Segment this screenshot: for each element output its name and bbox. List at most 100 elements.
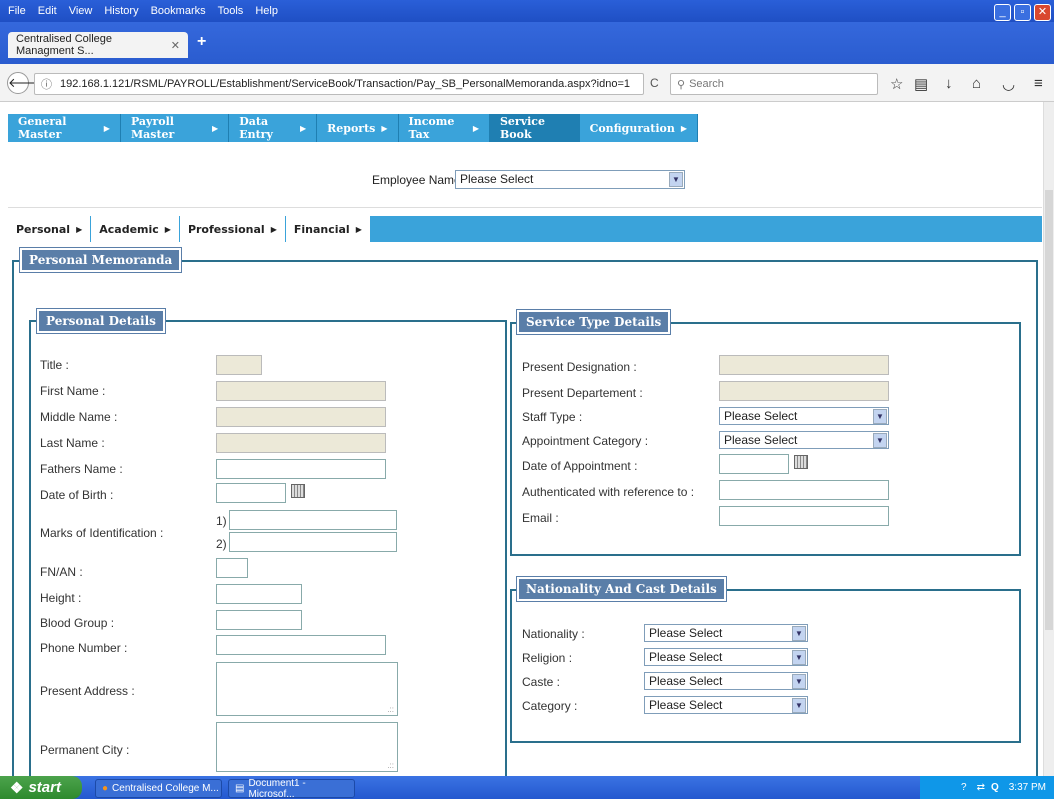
caste-select[interactable]: Please Select ▼ [644,672,808,690]
present-address-label: Present Address : [40,684,135,698]
firefox-icon: ● [102,783,109,794]
appointment-category-select[interactable]: Please Select ▼ [719,431,889,449]
search-placeholder: Search [689,78,724,90]
taskbar-item-label: Centralised College M... [112,783,219,794]
present-address-textarea[interactable] [216,662,398,716]
religion-select[interactable]: Please Select ▼ [644,648,808,666]
staff-type-select[interactable]: Please Select ▼ [719,407,889,425]
category-value: Please Select [649,698,723,712]
phone-number-field[interactable] [216,635,386,655]
email-label: Email : [522,511,559,525]
menu-general-master[interactable]: General Master ▶ [8,114,121,142]
reload-icon[interactable]: C [650,76,659,90]
employee-name-select[interactable]: Please Select ▼ [455,170,685,189]
last-name-label: Last Name : [40,436,105,450]
menu-help[interactable]: Help [255,5,278,17]
fathers-name-label: Fathers Name : [40,462,123,476]
menu-view[interactable]: View [69,5,93,17]
submenu-academic[interactable]: Academic ▶ [91,216,180,242]
search-icon: ⚲ [677,78,686,91]
chevron-down-icon: ▼ [873,409,887,424]
email-field[interactable] [719,506,889,526]
scrollbar-thumb[interactable] [1045,190,1053,630]
hamburger-menu-icon[interactable]: ≡ [1034,75,1043,92]
nationality-select[interactable]: Please Select ▼ [644,624,808,642]
arrow-right-icon: ▶ [299,123,307,133]
blood-group-field[interactable] [216,610,302,630]
menu-file[interactable]: File [8,5,26,17]
arrow-right-icon: ▶ [355,224,362,234]
back-arrow-icon[interactable]: 🡐 [7,72,43,94]
permanent-city-textarea[interactable] [216,722,398,772]
download-icon[interactable]: ↓ [945,75,953,92]
present-department-field[interactable] [719,381,889,401]
mark2-field[interactable] [229,532,397,552]
service-book-submenu: Personal ▶ Academic ▶ Professional ▶ Financ… [8,216,1042,242]
category-select[interactable]: Please Select ▼ [644,696,808,714]
new-tab-icon[interactable]: + [197,33,206,51]
taskbar-item-browser[interactable]: ● Centralised College M... [95,779,222,798]
fathers-name-field[interactable] [216,459,386,479]
close-window-button[interactable]: ✕ [1034,4,1051,21]
submenu-personal[interactable]: Personal ▶ [8,216,92,242]
submenu-professional[interactable]: Professional ▶ [179,216,286,242]
arrow-right-icon: ▶ [472,123,479,133]
menu-configuration[interactable]: Configuration ▶ [580,114,699,142]
arrow-right-icon: ▶ [680,123,688,133]
mark1-field[interactable] [229,510,397,530]
menu-data-entry[interactable]: Data Entry ▶ [229,114,318,142]
menu-tools[interactable]: Tools [218,5,244,17]
search-tray-icon[interactable]: Q [991,782,999,793]
browser-tab[interactable]: Centralised College Managment S... ✕ [8,32,188,58]
middle-name-field[interactable] [216,407,386,427]
blood-group-label: Blood Group : [40,616,115,630]
chevron-down-icon: ▼ [669,172,683,187]
staff-type-label: Staff Type : [522,410,583,424]
present-designation-field[interactable] [719,355,889,375]
fnan-field[interactable] [216,558,248,578]
info-icon[interactable]: ⓘ [41,76,52,92]
employee-select-value: Please Select [460,172,534,186]
address-bar[interactable]: ⓘ 192.168.1.121/RSML/PAYROLL/Establishme… [34,73,644,95]
url-text: 192.168.1.121/RSML/PAYROLL/Establishment… [60,78,630,90]
menu-history[interactable]: History [104,5,138,17]
menu-income-tax[interactable]: Income Tax ▶ [399,114,490,142]
taskbar-item-document[interactable]: ▤ Document1 - Microsof... [228,778,355,799]
first-name-field[interactable] [216,381,386,401]
menu-service-book[interactable]: Service Book [489,114,580,142]
calendar-icon[interactable] [291,484,305,498]
menu-payroll-master[interactable]: Payroll Master ▶ [121,114,230,142]
start-button[interactable]: ❖ start [0,776,82,799]
last-name-field[interactable] [216,433,386,453]
reading-list-icon[interactable]: ▤ [914,75,928,93]
pocket-icon[interactable]: ◡ [1002,75,1015,93]
network-icon[interactable]: ⇄ [977,782,985,793]
menu-reports[interactable]: Reports ▶ [317,114,399,142]
religion-value: Please Select [649,650,723,664]
menu-edit[interactable]: Edit [38,5,57,17]
calendar-icon[interactable] [794,455,808,469]
caste-value: Please Select [649,674,723,688]
title-field[interactable] [216,355,262,375]
height-label: Height : [40,591,82,605]
authenticated-reference-field[interactable] [719,480,889,500]
submenu-financial[interactable]: Financial ▶ [285,216,371,242]
menu-bookmarks[interactable]: Bookmarks [151,5,206,17]
date-of-appointment-field[interactable] [719,454,789,474]
staff-type-value: Please Select [724,409,798,423]
system-tray: ? ⇄ Q 3:37 PM [920,776,1054,799]
authenticated-reference-label: Authenticated with reference to : [522,485,695,499]
dob-field[interactable] [216,483,286,503]
nationality-label: Nationality : [522,627,585,641]
home-icon[interactable]: ⌂ [972,75,981,92]
bookmark-star-icon[interactable]: ☆ [890,75,903,93]
minimize-button[interactable]: _ [994,4,1011,21]
arrow-right-icon: ▶ [381,123,388,133]
mark2-label: 2) [216,537,227,551]
personal-memoranda-legend: Personal Memoranda [18,247,183,273]
close-tab-icon[interactable]: ✕ [171,39,180,52]
maximize-button[interactable]: ▫ [1014,4,1031,21]
help-icon[interactable]: ? [961,782,967,793]
height-field[interactable] [216,584,302,604]
search-box[interactable]: ⚲ Search [670,73,878,95]
